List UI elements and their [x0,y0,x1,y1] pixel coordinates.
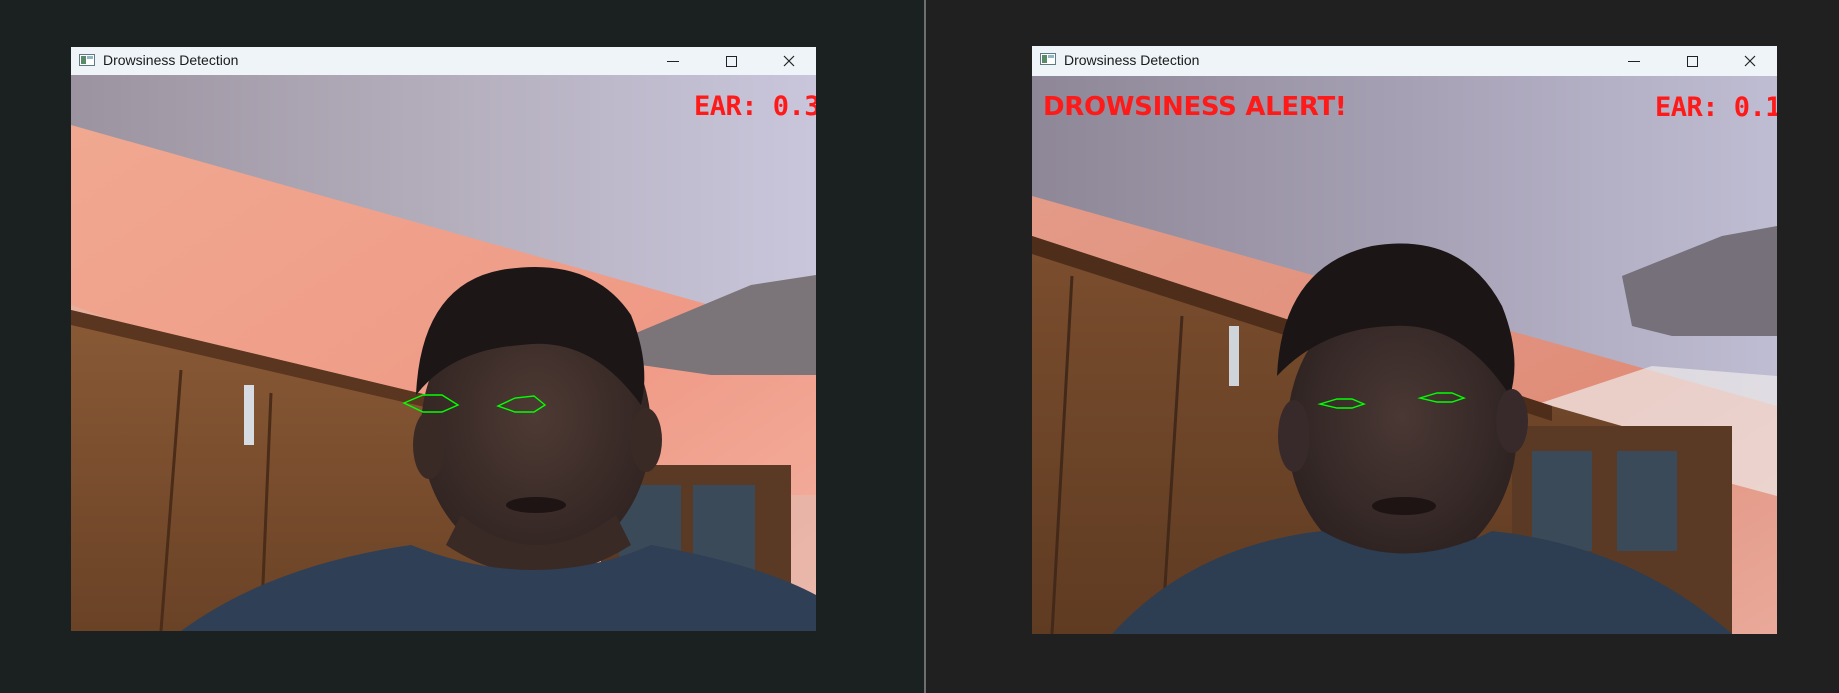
maximize-icon [1686,55,1698,67]
ear-value-overlay: EAR: 0.32 [694,91,816,122]
maximize-button[interactable] [708,47,754,75]
right-screen-panel: Drowsiness Detection DROWSINESS ALERT! E… [926,0,1839,693]
window-app-icon [79,54,95,66]
window-title: Drowsiness Detection [103,52,239,68]
window-title: Drowsiness Detection [1064,52,1200,68]
drowsiness-alert-overlay: DROWSINESS ALERT! [1043,92,1347,122]
ear-value-overlay: EAR: 0.18 [1655,92,1777,123]
webcam-image [1032,76,1777,634]
minimize-icon [1628,60,1640,62]
minimize-button[interactable] [1611,46,1657,76]
window-app-icon [1040,53,1056,65]
drowsiness-window-normal: Drowsiness Detection EAR: 0.3 [71,47,816,631]
close-icon [783,55,795,67]
minimize-icon [667,60,679,62]
maximize-button[interactable] [1669,46,1715,76]
window-titlebar[interactable]: Drowsiness Detection [71,47,816,75]
close-button[interactable] [766,47,812,75]
webcam-image [71,75,816,631]
window-titlebar[interactable]: Drowsiness Detection [1032,46,1777,76]
left-screen-panel: Drowsiness Detection EAR: 0.3 [0,0,924,693]
maximize-icon [725,55,737,67]
webcam-frame: EAR: 0.32 [71,75,816,631]
webcam-frame: DROWSINESS ALERT! EAR: 0.18 [1032,76,1777,634]
close-icon [1744,55,1756,67]
close-button[interactable] [1727,46,1773,76]
drowsiness-window-alert: Drowsiness Detection DROWSINESS ALERT! E… [1032,46,1777,634]
minimize-button[interactable] [650,47,696,75]
